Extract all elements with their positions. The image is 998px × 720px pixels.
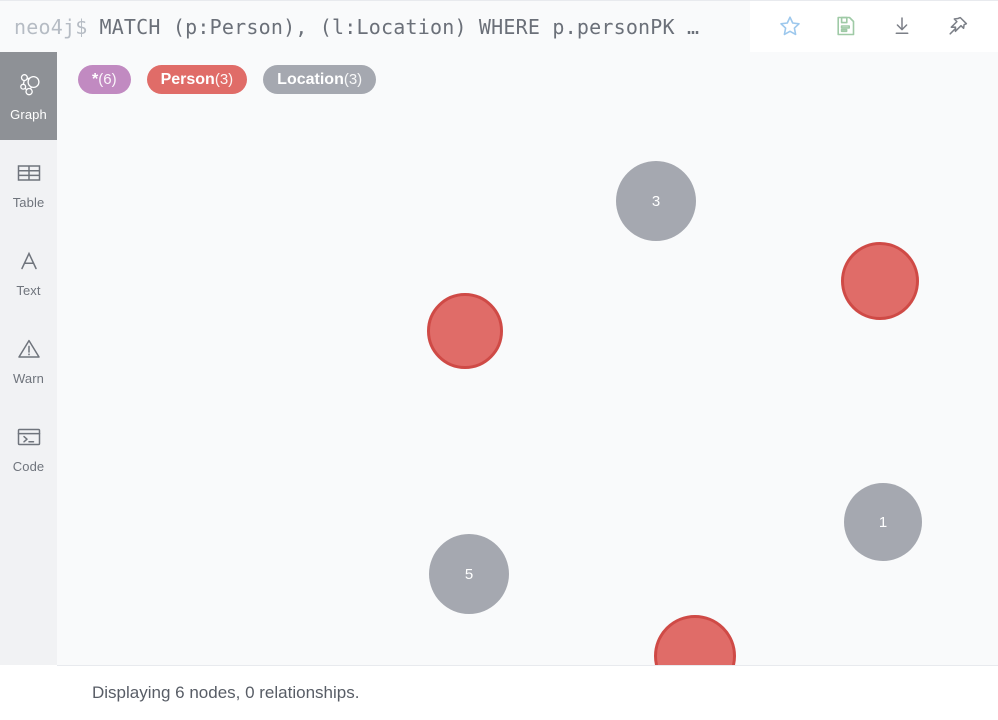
pin-button[interactable] [941,10,975,44]
sidebar-item-graph[interactable]: Graph [0,52,57,140]
graph-node[interactable] [654,615,736,665]
query-input[interactable]: neo4j$ MATCH (p:Person), (l:Location) WH… [0,1,750,53]
legend-count-location: (3) [343,71,363,88]
status-bar: Displaying 6 nodes, 0 relationships. [57,665,998,720]
code-icon [14,422,44,452]
graph-node[interactable]: 3 [616,161,696,241]
graph-node-caption: 3 [651,192,661,210]
text-icon [14,246,44,276]
sidebar-item-warn[interactable]: Warn [0,316,57,404]
save-icon [834,14,858,41]
view-switcher-sidebar: Graph Table Text Warn Code [0,52,57,665]
query-editor-bar: neo4j$ MATCH (p:Person), (l:Location) WH… [0,0,998,53]
cypher-query-text: MATCH (p:Person), (l:Location) WHERE p.p… [99,15,700,39]
favorite-icon [778,14,802,41]
status-message: Displaying 6 nodes, 0 relationships. [92,683,360,702]
pin-icon [946,14,970,41]
legend-count-all: (6) [98,71,117,88]
graph-node[interactable] [427,293,503,369]
sidebar-item-text[interactable]: Text [0,228,57,316]
graph-canvas[interactable]: 3 1 5 [57,52,998,665]
download-button[interactable] [885,10,919,44]
save-button[interactable] [829,10,863,44]
legend-pill-all[interactable]: * (6) [78,65,131,94]
graph-node-caption: 1 [878,513,888,531]
neo4j-browser-result-frame: neo4j$ MATCH (p:Person), (l:Location) WH… [0,0,998,720]
legend-pill-location[interactable]: Location (3) [263,65,377,94]
graph-node[interactable]: 5 [429,534,509,614]
graph-node[interactable] [841,242,919,320]
graph-node[interactable]: 1 [844,483,922,561]
status-bar-gutter [0,665,57,720]
legend-label-location: Location [277,71,344,88]
sidebar-label-text: Text [16,283,41,298]
graph-icon [14,70,44,100]
graph-visualization-pane[interactable]: * (6) Person (3) Location (3) 315 [57,52,998,665]
sidebar-item-table[interactable]: Table [0,140,57,228]
cypher-prompt: neo4j$ [14,15,88,39]
graph-legend: * (6) Person (3) Location (3) [78,65,377,94]
warning-icon [14,334,44,364]
legend-pill-person[interactable]: Person (3) [146,65,248,94]
table-icon [14,158,44,188]
sidebar-label-table: Table [12,195,45,210]
sidebar-label-warn: Warn [13,371,44,386]
sidebar-item-code[interactable]: Code [0,404,57,492]
graph-node-caption: 5 [464,565,474,583]
download-icon [890,14,914,41]
sidebar-label-code: Code [12,459,45,474]
legend-label-person: Person [160,71,215,88]
legend-count-person: (3) [214,71,234,88]
editor-action-buttons [750,1,998,53]
favorite-button[interactable] [773,10,807,44]
sidebar-label-graph: Graph [10,107,47,122]
